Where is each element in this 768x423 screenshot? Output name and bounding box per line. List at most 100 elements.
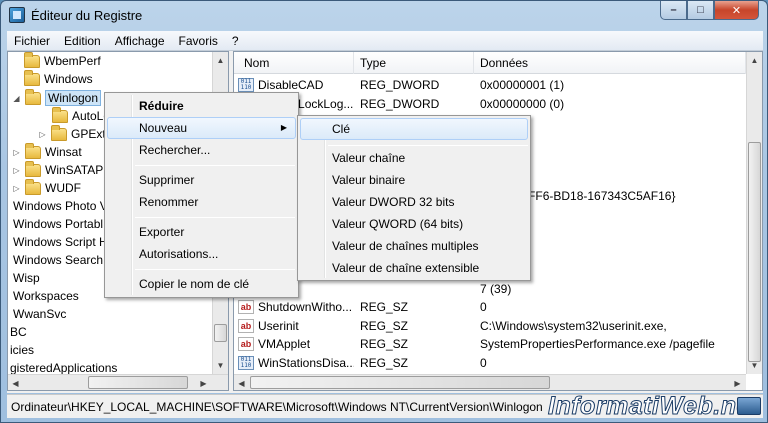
scroll-left-icon[interactable]: ◀ [8, 375, 23, 390]
maximize-button[interactable]: □ [687, 1, 714, 20]
context-menu: Réduire Nouveau ▶ Rechercher... Supprime… [104, 92, 299, 298]
menu-item-autorisations[interactable]: Autorisations... [107, 243, 296, 265]
registry-editor-window: Éditeur du Registre – □ ✕ Fichier Editio… [0, 0, 768, 423]
submenu-item-valeur-chaine[interactable]: Valeur chaîne [300, 147, 528, 169]
scroll-thumb[interactable] [88, 376, 188, 389]
submenu-item-expandable-string[interactable]: Valeur de chaîne extensible [300, 257, 528, 279]
expand-icon[interactable]: ▷ [12, 184, 21, 193]
cell-type: REG_SZ [360, 300, 409, 314]
tree-item-bc[interactable]: BC [10, 323, 27, 341]
folder-icon [25, 160, 41, 177]
scroll-left-icon[interactable]: ◀ [234, 375, 249, 390]
submenu-item-valeur-binaire[interactable]: Valeur binaire [300, 169, 528, 191]
menu-item-supprimer[interactable]: Supprimer [107, 169, 296, 191]
tree-item-winsat[interactable]: ▷ Winsat [12, 142, 82, 161]
table-row[interactable]: 011 110 DisableCAD REG_DWORD 0x00000001 (1) [234, 76, 746, 95]
tree-item-wisp[interactable]: Wisp [13, 269, 40, 287]
scroll-down-icon[interactable]: ▼ [747, 357, 762, 373]
scroll-right-icon[interactable]: ▶ [196, 375, 211, 390]
submenu-arrow-icon: ▶ [280, 123, 287, 132]
collapse-icon[interactable]: ◢ [12, 94, 21, 103]
folder-icon [25, 142, 41, 159]
cell-data: 7 (39) [480, 281, 512, 296]
menu-favoris[interactable]: Favoris [172, 34, 225, 48]
close-button[interactable]: ✕ [714, 1, 759, 20]
tree-item-gpextensions[interactable]: ▷ GPExte [38, 124, 112, 143]
cell-type: REG_SZ [360, 337, 409, 351]
cell-data: 0x00000000 (0) [480, 96, 565, 111]
list-vertical-scrollbar[interactable]: ▲ ▼ [746, 52, 762, 374]
menu-fichier[interactable]: Fichier [7, 34, 57, 48]
minimize-button[interactable]: – [660, 1, 687, 20]
string-value-icon: ab [238, 300, 254, 314]
window-title: Éditeur du Registre [31, 8, 143, 23]
tree-item-windows-script[interactable]: Windows Script H [13, 233, 108, 251]
scroll-thumb[interactable] [214, 324, 227, 342]
tree-item-autologon[interactable]: AutoLo [52, 106, 110, 125]
menu-edition[interactable]: Edition [57, 34, 108, 48]
submenu-item-cle[interactable]: Clé [300, 118, 528, 140]
table-row[interactable]: ab ShutdownWitho... REG_SZ 0 [234, 298, 746, 317]
menu-separator [135, 217, 295, 218]
tree-item-label: Winsat [45, 145, 82, 159]
tree-item-windows-photo[interactable]: Windows Photo V [13, 197, 108, 215]
table-row[interactable]: ab VMApplet REG_SZ SystemPropertiesPerforma… [234, 335, 746, 354]
title-bar[interactable]: Éditeur du Registre – □ ✕ [1, 1, 767, 31]
list-header: Nom Type Données [234, 52, 746, 74]
menu-affichage[interactable]: Affichage [108, 34, 172, 48]
menu-item-nouveau[interactable]: Nouveau ▶ [107, 117, 296, 139]
submenu-item-qword[interactable]: Valeur QWORD (64 bits) [300, 213, 528, 235]
scroll-thumb[interactable] [250, 376, 550, 389]
tree-item-windows-search[interactable]: Windows Search [13, 251, 103, 269]
table-row[interactable]: ab7 (39) [234, 280, 746, 299]
table-row[interactable]: ab Userinit REG_SZ C:\Windows\system32\user… [234, 317, 746, 336]
tree-item-label: WinSATAP [45, 163, 104, 177]
column-header-type[interactable]: Type [354, 52, 474, 74]
column-header-name[interactable]: Nom [234, 52, 354, 74]
menu-help[interactable]: ? [225, 34, 246, 48]
tree-horizontal-scrollbar[interactable]: ◀ ▶ [8, 374, 228, 390]
folder-icon [24, 69, 40, 86]
menu-separator [328, 145, 528, 146]
menu-item-reduire[interactable]: Réduire [107, 95, 296, 117]
expand-icon[interactable]: ▷ [38, 130, 47, 139]
scroll-right-icon[interactable]: ▶ [730, 375, 745, 390]
tree-item-windows-portable[interactable]: Windows Portabl [13, 215, 103, 233]
cell-type: REG_DWORD [360, 96, 440, 111]
scroll-thumb[interactable] [748, 142, 761, 362]
tree-item-label: WUDF [45, 181, 81, 195]
watermark: InformatiWeb.net [548, 392, 760, 421]
tree-item-wbemperf[interactable]: WbemPerf [24, 52, 101, 70]
menu-item-exporter[interactable]: Exporter [107, 221, 296, 243]
column-header-data[interactable]: Données [474, 52, 746, 74]
submenu-item-dword[interactable]: Valeur DWORD 32 bits [300, 191, 528, 213]
cell-name: VMApplet [258, 337, 311, 351]
tree-item-wwansvc[interactable]: WwanSvc [13, 305, 66, 323]
expand-icon[interactable]: ▷ [12, 148, 21, 157]
tree-item-wudf[interactable]: ▷ WUDF [12, 178, 81, 197]
string-value-icon: ab [238, 318, 254, 333]
scroll-up-icon[interactable]: ▲ [747, 52, 762, 68]
status-bar: Ordinateur\HKEY_LOCAL_MACHINE\SOFTWARE\M… [7, 392, 763, 421]
tree-item-policies[interactable]: icies [10, 341, 34, 359]
menu-item-rechercher[interactable]: Rechercher... [107, 139, 296, 161]
tree-item-label: Windows [44, 72, 93, 86]
table-row[interactable]: 011 110DisableLockLog...REG_DWORD0x00000… [234, 95, 746, 114]
cell-type: REG_SZ [360, 355, 409, 370]
tree-item-winsatapi[interactable]: ▷ WinSATAP [12, 160, 104, 179]
cell-data: 0 [480, 300, 487, 314]
scroll-down-icon[interactable]: ▼ [213, 357, 228, 373]
binary-value-icon: 011 110 [238, 78, 254, 92]
tree-item-winlogon[interactable]: ◢ Winlogon [12, 88, 102, 107]
folder-icon [52, 106, 68, 123]
list-horizontal-scrollbar[interactable]: ◀ ▶ [234, 374, 746, 390]
tree-item-workspaces[interactable]: Workspaces [13, 287, 79, 305]
menu-item-renommer[interactable]: Renommer [107, 191, 296, 213]
table-row[interactable]: 011 110 WinStationsDisa... REG_SZ 0 [234, 354, 746, 373]
scroll-up-icon[interactable]: ▲ [213, 52, 228, 68]
submenu-item-multi-string[interactable]: Valeur de chaînes multiples [300, 235, 528, 257]
folder-icon [25, 178, 41, 195]
tree-item-windows[interactable]: Windows [24, 69, 93, 88]
menu-item-copier-nom[interactable]: Copier le nom de clé [107, 273, 296, 295]
expand-icon[interactable]: ▷ [12, 166, 21, 175]
